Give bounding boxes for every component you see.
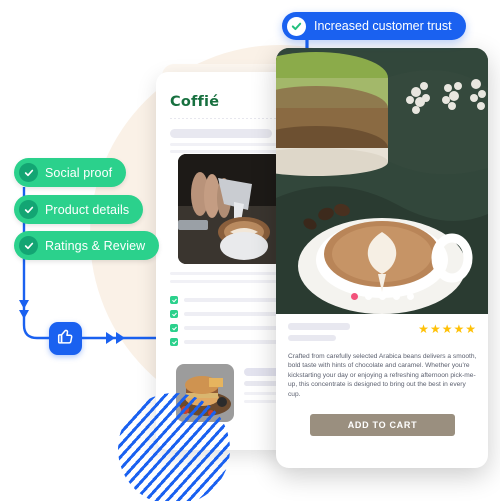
check-circle-icon (19, 163, 38, 182)
placeholder-line (184, 312, 288, 316)
carousel-dot[interactable] (392, 293, 400, 300)
checklist-item (170, 310, 288, 318)
star-icon: ★ (465, 322, 476, 336)
increased-customer-trust-pill[interactable]: Increased customer trust (282, 12, 466, 40)
illustration-canvas: Coffié Social proof Product details Rati… (0, 0, 500, 501)
star-icon: ★ (441, 322, 453, 336)
carousel-dot[interactable] (406, 293, 414, 300)
thumbs-up-icon (56, 327, 75, 351)
placeholder-line (184, 340, 288, 344)
placeholder-line (184, 326, 288, 330)
check-circle-icon (19, 236, 38, 255)
placeholder-line (170, 150, 288, 153)
product-description: Crafted from carefully selected Arabica … (288, 353, 477, 398)
placeholder-line (170, 272, 288, 275)
carousel-dot-active[interactable] (350, 293, 358, 300)
badge-social-proof[interactable]: Social proof (14, 158, 127, 187)
title-divider (170, 118, 288, 119)
placeholder-line (170, 143, 288, 146)
check-icon (170, 324, 178, 332)
star-icon: ★ (429, 322, 441, 336)
product-detail-card: ★ ★ ★ ★ ★ Crafted from carefully selecte… (276, 48, 488, 468)
carousel-dots[interactable] (276, 293, 488, 300)
carousel-dot[interactable] (378, 293, 386, 300)
barista-photo (178, 154, 282, 264)
placeholder-heading (170, 129, 272, 138)
placeholder-subtitle (288, 335, 336, 341)
check-icon (170, 338, 178, 346)
thumbs-up-node[interactable] (49, 322, 82, 355)
page-title: Coffié (170, 94, 220, 110)
carousel-dot[interactable] (364, 293, 372, 300)
star-rating: ★ ★ ★ ★ ★ (418, 323, 476, 335)
star-icon: ★ (418, 322, 429, 336)
product-card-body: ★ ★ ★ ★ ★ Crafted from carefully selecte… (276, 314, 488, 468)
star-icon: ★ (453, 322, 465, 336)
check-circle-icon (19, 200, 38, 219)
badge-ratings-review[interactable]: Ratings & Review (14, 231, 160, 260)
placeholder-line (184, 298, 288, 302)
check-icon (170, 296, 178, 304)
product-hero-image (276, 48, 488, 314)
badge-product-details[interactable]: Product details (14, 195, 144, 224)
add-to-cart-button[interactable]: ADD TO CART (310, 414, 455, 436)
checklist-item (170, 324, 288, 332)
striped-circle-decoration (118, 393, 230, 501)
placeholder-line (170, 280, 288, 283)
check-circle-icon (287, 16, 306, 36)
badge-label: Social proof (45, 165, 113, 180)
checklist-item (170, 296, 288, 304)
check-icon (170, 310, 178, 318)
checklist-item (170, 338, 288, 346)
badge-label: Ratings & Review (45, 238, 146, 253)
placeholder-title (288, 323, 350, 330)
badge-label: Product details (45, 202, 130, 217)
pill-label: Increased customer trust (314, 19, 452, 33)
